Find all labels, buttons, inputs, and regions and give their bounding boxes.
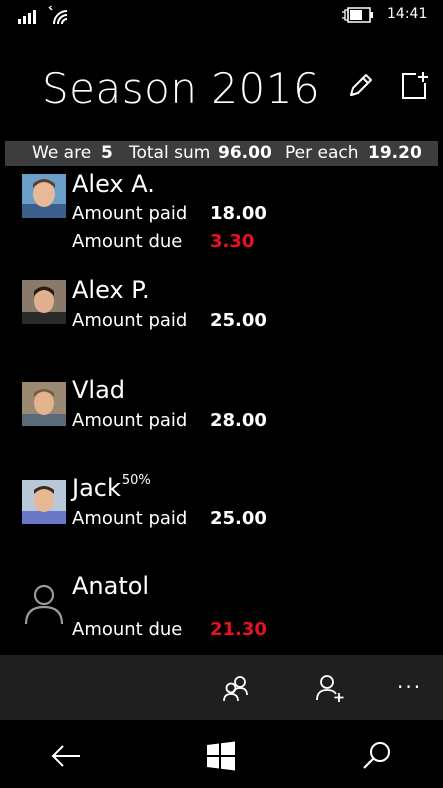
per-each-label: Per each [285, 143, 359, 163]
avatar [22, 174, 66, 218]
total-sum-value: 96.00 [218, 143, 272, 163]
avatar [22, 280, 66, 324]
amount-paid-value: 25.00 [210, 508, 267, 529]
amount-paid-label: Amount paid [72, 410, 188, 431]
clock: 14:41 [387, 6, 428, 22]
amount-due-row: Amount due 3.30 [72, 231, 254, 252]
windows-start-icon[interactable] [205, 740, 237, 772]
edit-icon[interactable] [344, 70, 376, 102]
group-icon[interactable] [221, 673, 251, 703]
amount-paid-row: Amount paid 18.00 [72, 203, 267, 224]
default-avatar-icon [24, 584, 64, 624]
amount-due-value: 3.30 [210, 231, 255, 252]
amount-paid-label: Amount paid [72, 508, 188, 529]
battery-charging-icon [342, 7, 373, 23]
more-button[interactable]: ... [397, 669, 427, 699]
amount-due-row: Amount due 21.30 [72, 619, 267, 640]
amount-paid-row: Amount paid 28.00 [72, 410, 267, 431]
amount-paid-value: 28.00 [210, 410, 267, 431]
app-bar: ... [0, 655, 443, 720]
amount-due-label: Amount due [72, 231, 183, 252]
participants-count: 5 [101, 143, 113, 163]
per-each-value: 19.20 [368, 143, 422, 163]
amount-paid-label: Amount paid [72, 310, 188, 331]
amount-paid-label: Amount paid [72, 203, 188, 224]
avatar [22, 382, 66, 426]
person-name: Alex A. [72, 170, 155, 198]
share-badge: 50% [121, 473, 151, 488]
amount-paid-value: 25.00 [210, 310, 267, 331]
participants-label: We are [32, 143, 92, 163]
avatar [22, 480, 66, 524]
amount-due-label: Amount due [72, 619, 183, 640]
amount-paid-row: Amount paid 25.00 [72, 508, 267, 529]
amount-due-value: 21.30 [210, 619, 267, 640]
person-name: Alex P. [72, 276, 150, 304]
status-bar: 14:41 [0, 0, 443, 32]
add-person-icon[interactable] [315, 673, 345, 703]
navigation-bar [0, 720, 443, 788]
new-season-icon[interactable] [398, 70, 430, 102]
page-title: Season 2016 [42, 64, 321, 113]
person-name: Jack50% [72, 473, 151, 502]
total-sum-label: Total sum [129, 143, 211, 163]
wifi-icon [48, 6, 68, 25]
person-name: Anatol [72, 572, 150, 600]
search-icon[interactable] [361, 740, 393, 772]
back-arrow-icon[interactable] [50, 740, 82, 772]
amount-paid-row: Amount paid 25.00 [72, 310, 267, 331]
people-list: Alex A. Amount paid 18.00 Amount due 3.3… [0, 166, 443, 656]
person-name: Vlad [72, 376, 126, 404]
amount-paid-value: 18.00 [210, 203, 267, 224]
summary-bar: We are 5 Total sum 96.00 Per each 19.20 [5, 141, 438, 166]
signal-strength-icon [18, 10, 36, 24]
